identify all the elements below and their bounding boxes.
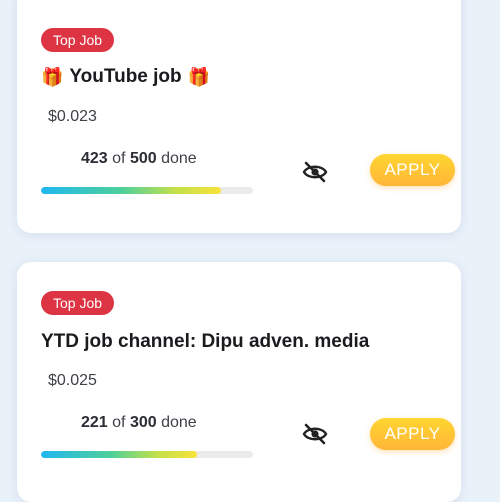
job-price: $0.023 [48, 108, 97, 125]
job-title: YTD job channel: Dipu adven. media [41, 331, 369, 353]
hide-icon[interactable] [300, 160, 330, 184]
done-label: done [161, 150, 197, 167]
total-count: 500 [129, 150, 157, 167]
progress-bar [41, 451, 253, 458]
done-label: done [161, 414, 197, 431]
gift-icon: 🎁 [41, 67, 64, 87]
job-card: Top Job YTD job channel: Dipu adven. med… [17, 262, 461, 502]
of-label: of [112, 150, 126, 167]
top-job-badge: Top Job [41, 291, 115, 315]
gift-icon: 🎁 [187, 67, 211, 87]
apply-button[interactable]: APPLY [370, 418, 455, 450]
job-price: $0.025 [48, 372, 97, 389]
job-title: 🎁 YouTube job 🎁 [41, 66, 210, 88]
progress-fill [41, 451, 198, 458]
of-label: of [112, 414, 126, 431]
done-count: 221 [81, 414, 108, 431]
total-count: 300 [129, 414, 157, 431]
job-card: Top Job 🎁 YouTube job 🎁 $0.023 423 of 50… [17, 0, 461, 233]
progress-text: 423 of 500 done [81, 150, 197, 168]
done-count: 423 [81, 150, 108, 167]
apply-button[interactable]: APPLY [370, 154, 455, 186]
job-title-text: YouTube job [69, 66, 182, 87]
hide-icon[interactable] [300, 422, 330, 446]
progress-fill [41, 187, 222, 194]
top-job-badge: Top Job [41, 28, 115, 52]
progress-bar [41, 187, 253, 194]
progress-text: 221 of 300 done [81, 414, 197, 432]
job-title-text: YTD job channel: Dipu adven. media [41, 331, 370, 352]
